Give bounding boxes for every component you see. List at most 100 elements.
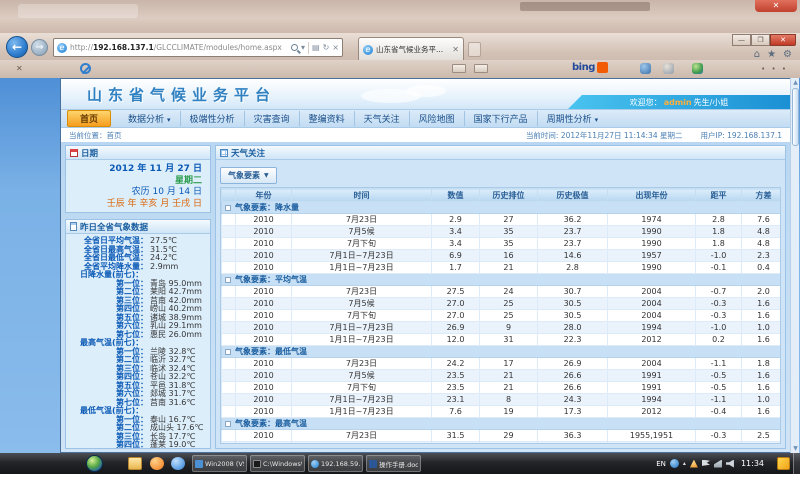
network-globe-icon[interactable] [670,459,679,468]
language-indicator[interactable]: EN [656,460,666,468]
cell: 2010 [236,250,292,262]
blocked-content-icon[interactable] [80,63,91,74]
weather-watch-panel: 天气关注 气象要素 ▼ [215,145,786,449]
table-row[interactable]: 20107月下旬3.43523.719901.84.8 [222,238,782,250]
volume-icon[interactable] [726,460,734,468]
table-row[interactable]: 20107月5候3.43523.719901.84.8 [222,226,782,238]
taskbar-button[interactable]: C:\Windows\s... [250,455,305,472]
explorer-icon[interactable] [128,457,142,470]
start-button[interactable] [86,455,103,472]
table-row[interactable]: 20107月5候27.02530.52004-0.31.6 [222,298,782,310]
cell: 2010 [236,334,292,346]
column-header: 历史极值 [538,189,608,202]
bing-logo[interactable]: bing [572,62,608,73]
stop-icon[interactable]: × [332,43,339,52]
share-icon[interactable] [474,64,488,73]
table-row[interactable]: 20107月1日~7月23日26.9928.01994-1.01.0 [222,322,782,334]
cell: 2.5 [742,430,782,442]
close-toolbar-icon[interactable]: ✕ [16,64,23,73]
scroll-down-icon[interactable]: ▼ [791,445,800,452]
scrollbar-thumb[interactable] [792,88,799,146]
refresh-icon[interactable]: ↻ [323,43,330,52]
taskbar-button[interactable]: 192.168.59.99... [308,455,363,472]
table-row[interactable]: 20107月23日31.52936.31955,1951-0.32.5 [222,430,782,442]
taskbar-button[interactable]: 操作手册.docx ... [366,455,421,472]
plugin-icon-3[interactable] [692,63,703,74]
cell: 1.9 [742,442,782,445]
table-row[interactable]: 20107月23日2.92736.219742.87.6 [222,214,782,226]
mail-icon[interactable] [452,64,466,73]
minimize-button[interactable]: — [732,34,751,46]
table-row[interactable]: 20107月下旬23.52126.61991-0.51.6 [222,382,782,394]
back-button[interactable]: ← [6,36,28,58]
table-row[interactable]: 20107月1日~7月23日6.91614.61957-1.02.3 [222,250,782,262]
column-header: 时间 [292,189,432,202]
background-close-button[interactable]: ✕ [755,0,797,12]
nav-item[interactable]: 风险地图 [409,111,464,126]
cell: 31.4 [432,442,480,445]
group-checkbox[interactable] [225,349,231,355]
table-row[interactable]: 20101月1日~7月23日7.61917.32012-0.41.6 [222,406,782,418]
vertical-scrollbar[interactable]: ▲ ▼ [790,78,799,453]
weather-table: 年份时间数值历史排位历史极值出现年份距平方差 气象要素：降水量20107月23日… [221,188,781,444]
browser-tab[interactable]: e 山东省气候业务平... ✕ [358,37,464,61]
forward-button[interactable]: → [31,39,48,56]
close-button[interactable]: ✕ [770,34,796,46]
group-checkbox[interactable] [225,277,231,283]
network-icon[interactable] [714,460,722,468]
table-row[interactable]: 20107月5候31.42535.31951-0.31.9 [222,442,782,445]
cell: 2004 [608,358,696,370]
nav-item[interactable]: 国家下行产品 [464,111,537,126]
address-bar[interactable]: e http://192.168.137.1/GLCCLIMATE/module… [53,38,343,57]
tools-gear-icon[interactable]: ⚙ [783,49,792,60]
group-checkbox[interactable] [225,205,231,211]
action-center-icon[interactable] [702,460,710,468]
plugin-icon-2[interactable] [663,63,674,74]
nav-item[interactable]: 整编资料 [299,111,354,126]
table-header-row: 年份时间数值历史排位历史极值出现年份距平方差 [222,189,782,202]
tab-close-icon[interactable]: ✕ [452,45,459,54]
browser-app-icon[interactable] [150,457,164,470]
nav-item[interactable]: 数据分析▾ [119,111,180,126]
nav-item[interactable]: 周期性分析▾ [537,111,608,126]
nav-item-active[interactable]: 首页 [67,110,111,127]
cell: -0.3 [696,298,742,310]
more-options-icon[interactable]: • • • [761,65,788,73]
compatibility-view-icon[interactable]: ▤ [312,43,320,52]
favorites-icon[interactable]: ★ [767,49,776,60]
table-row[interactable]: 20101月1日~7月23日12.03122.320120.21.6 [222,334,782,346]
table-row[interactable]: 20101月1日~7月23日1.7212.81990-0.10.4 [222,262,782,274]
nav-item[interactable]: 灾害查询 [244,111,299,126]
plugin-icon-1[interactable] [640,63,651,74]
maximize-button[interactable]: ❐ [751,34,770,46]
group-checkbox[interactable] [225,421,231,427]
table-row[interactable]: 20107月下旬27.02530.52004-0.31.6 [222,310,782,322]
cell: 2010 [236,214,292,226]
chevron-down-icon: ▾ [167,116,171,124]
table-row[interactable]: 20107月5候23.52126.61991-0.51.6 [222,370,782,382]
cell: 1月1日~7月23日 [292,406,432,418]
show-hidden-icons[interactable]: ▴ [683,460,686,467]
notification-icon[interactable] [777,457,790,470]
new-tab-button[interactable] [468,42,481,57]
nav-item[interactable]: 极端性分析 [180,111,244,126]
show-desktop-button[interactable] [793,453,800,474]
cell: 1990 [608,238,696,250]
taskbar-button[interactable]: Win2008 (VS2... [192,455,247,472]
table-row[interactable]: 20107月23日24.21726.92004-1.11.8 [222,358,782,370]
scroll-up-icon[interactable]: ▲ [791,79,800,86]
autocomplete-caret-icon[interactable]: ▾ [301,43,305,52]
search-icon[interactable] [291,44,298,51]
url-text[interactable]: http://192.168.137.1/GLCCLIMATE/modules/… [70,43,282,52]
row-checkbox-cell [222,322,236,334]
ganzhi-date: 壬辰 年 辛亥 月 壬戌 日 [70,199,202,211]
media-app-icon[interactable] [171,457,185,470]
nav-item[interactable]: 天气关注 [354,111,409,126]
table-row[interactable]: 20107月23日27.52430.72004-0.72.0 [222,286,782,298]
element-filter-button[interactable]: 气象要素 ▼ [220,167,277,184]
clock[interactable]: 11:34 [741,459,764,468]
table-row[interactable]: 20107月1日~7月23日23.1824.31994-1.11.0 [222,394,782,406]
taskbar: Win2008 (VS2...C:\Windows\s...192.168.59… [0,453,800,474]
home-icon[interactable]: ⌂ [754,49,760,60]
alert-icon[interactable] [690,460,698,468]
